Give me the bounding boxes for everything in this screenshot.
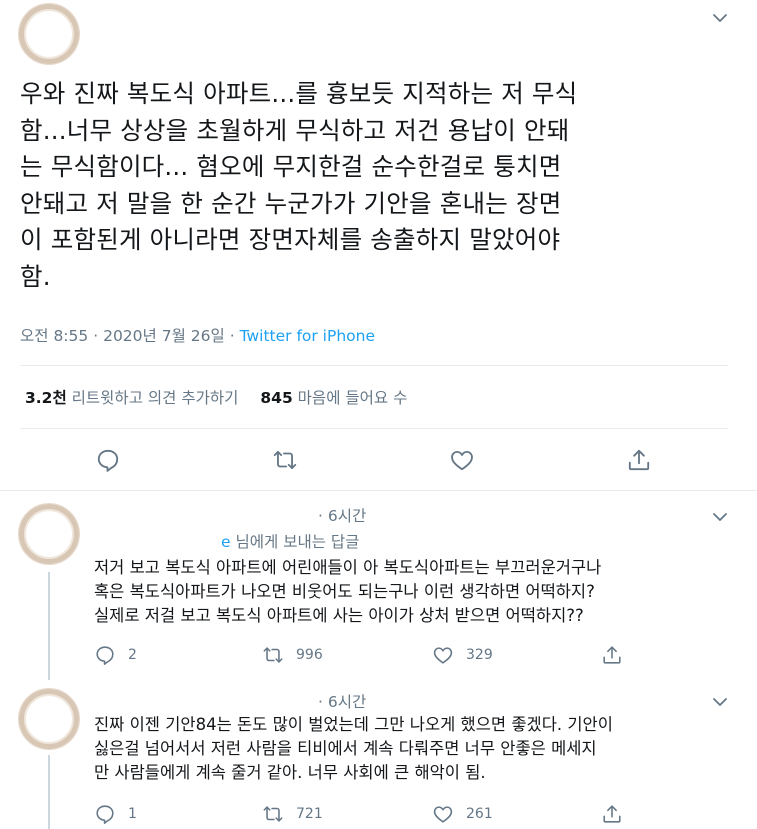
reply-2-reply-action[interactable]: 1	[94, 803, 137, 825]
reply-2-avatar[interactable]	[18, 688, 80, 750]
heart-icon[interactable]	[449, 447, 475, 473]
reply-1-time[interactable]: · 6시간	[318, 504, 366, 526]
retweet-icon[interactable]	[272, 447, 298, 473]
retweet-label: 리트윗하고 의견 추가하기	[71, 389, 239, 407]
reply-1-share-action[interactable]	[601, 644, 623, 666]
divider	[20, 428, 728, 429]
like-count: 845	[260, 389, 293, 407]
reply-1-avatar[interactable]	[18, 503, 80, 565]
reply-icon	[96, 646, 114, 665]
reply-2-chevron-down-icon[interactable]	[710, 692, 730, 712]
retweet-count: 996	[296, 647, 323, 663]
thread-line	[48, 755, 50, 829]
reply-2-time[interactable]: · 6시간	[318, 690, 366, 712]
reply-1-chevron-down-icon[interactable]	[710, 507, 730, 527]
meta-separator: ·	[93, 327, 99, 345]
reply-1-text: 저거 보고 복도식 아파트에 어린애들이 아 복도식아파트는 부끄러운거구나 혹…	[94, 558, 602, 625]
retweet-icon	[263, 806, 283, 822]
reply-count: 1	[128, 806, 137, 822]
retweet-icon	[263, 647, 283, 663]
tweet-meta: 오전 8:55 · 2020년 7월 26일 · Twitter for iPh…	[20, 324, 375, 346]
like-label: 마음에 들어요 수	[297, 389, 408, 407]
reply-1-retweet-action[interactable]: 996	[262, 644, 323, 666]
like-count: 261	[466, 806, 493, 822]
retweet-count: 721	[296, 806, 323, 822]
meta-separator: ·	[229, 327, 235, 345]
tweet-date[interactable]: 2020년 7월 26일	[103, 327, 225, 345]
like-stat[interactable]: 845 마음에 들어요 수	[260, 389, 407, 407]
author-avatar[interactable]	[18, 3, 80, 65]
share-icon[interactable]	[626, 447, 652, 473]
reply-2-like-action[interactable]: 261	[432, 803, 493, 825]
tweet-stats: 3.2천 리트윗하고 의견 추가하기 845 마음에 들어요 수	[25, 386, 407, 408]
reply-1-replying-to: e 님에게 보내는 답글	[221, 530, 359, 552]
divider	[0, 490, 757, 491]
reply-count: 2	[128, 647, 137, 663]
reply-2-text: 진짜 이젠 기안84는 돈도 많이 벌었는데 그만 나오게 했으면 좋겠다. 기…	[94, 715, 613, 782]
tweet-source-link[interactable]: Twitter for iPhone	[240, 327, 375, 345]
share-icon	[603, 646, 621, 664]
reply-icon[interactable]	[95, 447, 121, 473]
share-icon	[603, 805, 621, 823]
reply-1-like-action[interactable]: 329	[432, 644, 493, 666]
heart-icon	[433, 806, 453, 823]
like-count: 329	[466, 647, 493, 663]
reply-icon	[96, 805, 114, 824]
reply-to-handle-link[interactable]: e	[221, 533, 231, 551]
tweet-text: 우와 진짜 복도식 아파트...를 흉보듯 지적하는 저 무식 함...너무 상…	[20, 79, 578, 291]
divider	[20, 365, 728, 366]
heart-icon	[433, 647, 453, 664]
retweet-count: 3.2천	[25, 389, 67, 407]
reply-to-suffix: 님에게 보내는 답글	[235, 533, 360, 551]
more-options-chevron-down-icon[interactable]	[710, 8, 730, 28]
tweet-time[interactable]: 오전 8:55	[20, 327, 88, 345]
reply-2-share-action[interactable]	[601, 803, 623, 825]
retweet-stat[interactable]: 3.2천 리트윗하고 의견 추가하기	[25, 389, 238, 407]
reply-1-reply-action[interactable]: 2	[94, 644, 137, 666]
thread-line	[48, 572, 50, 680]
reply-2-retweet-action[interactable]: 721	[262, 803, 323, 825]
